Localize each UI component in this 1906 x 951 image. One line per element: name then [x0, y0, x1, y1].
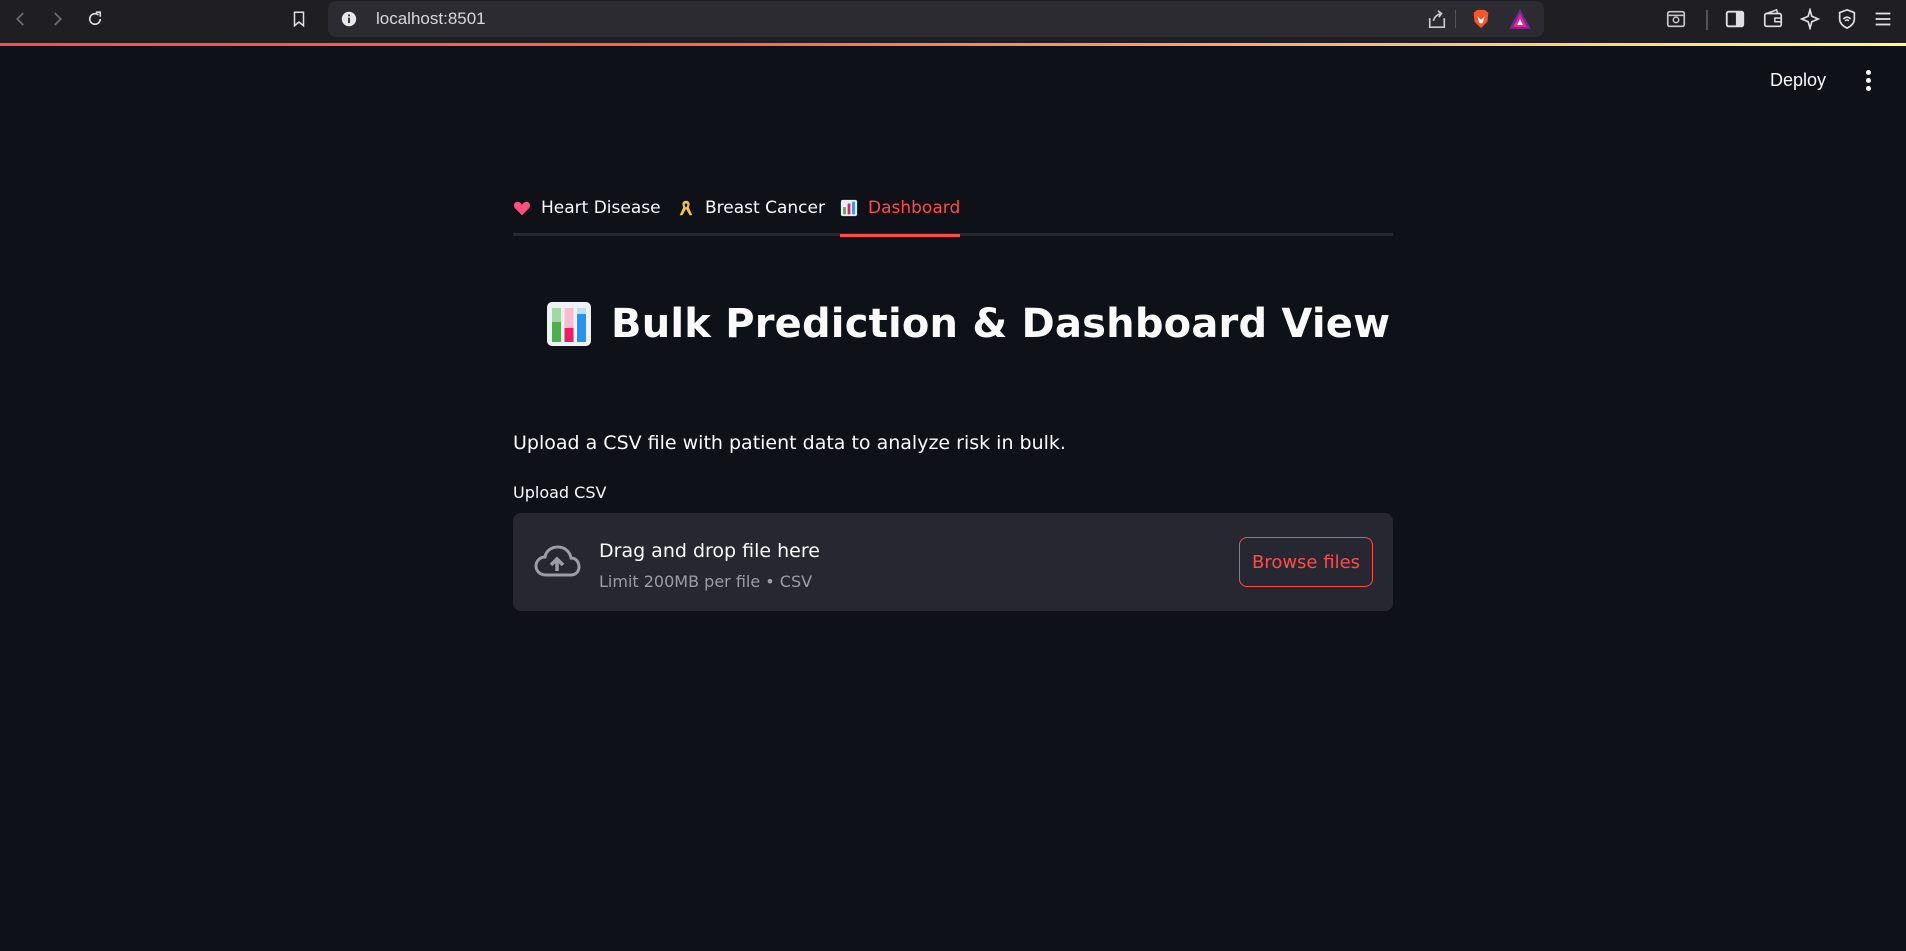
header-decoration-bar [0, 43, 1906, 46]
bar-chart-icon [547, 302, 591, 346]
tab-dashboard[interactable]: Dashboard [840, 198, 961, 237]
upload-label: Upload CSV [513, 483, 607, 502]
ribbon-emoji-icon [679, 200, 693, 216]
tab-label: Breast Cancer [705, 198, 825, 218]
sidebar-icon[interactable] [1724, 8, 1746, 30]
page-header: Bulk Prediction & Dashboard View [545, 300, 1390, 348]
dropzone-title: Drag and drop file here [599, 540, 820, 562]
page-title: Bulk Prediction & Dashboard View [611, 301, 1391, 347]
forward-icon[interactable] [44, 6, 70, 32]
bookmark-icon[interactable] [286, 6, 312, 32]
brave-shields-icon[interactable] [1470, 8, 1492, 30]
back-icon[interactable] [8, 6, 34, 32]
dropzone-limits: Limit 200MB per file • CSV [599, 572, 813, 591]
tab-label: Dashboard [868, 198, 961, 218]
reader-mode-icon[interactable] [1665, 8, 1687, 30]
url-text[interactable]: localhost:8501 [376, 9, 486, 29]
bar-chart-emoji-icon [840, 199, 858, 217]
heart-emoji-icon [514, 201, 530, 216]
leo-ai-icon[interactable] [1799, 8, 1821, 30]
brave-rewards-icon[interactable] [1508, 8, 1532, 30]
menu-icon[interactable] [1872, 8, 1894, 30]
cloud-upload-icon [534, 545, 581, 577]
toolbar-separator [1706, 10, 1708, 30]
tab-breast-cancer[interactable]: Breast Cancer [677, 198, 825, 234]
vpn-icon[interactable] [1836, 8, 1858, 30]
main-menu-icon[interactable] [1864, 70, 1872, 92]
address-bar[interactable]: localhost:8501 [328, 1, 1544, 37]
address-separator [1455, 10, 1456, 28]
file-dropzone[interactable]: Drag and drop file here Limit 200MB per … [513, 513, 1393, 611]
deploy-button[interactable]: Deploy [1770, 70, 1826, 91]
tab-bar: Heart Disease Breast Cancer Dashboard [513, 190, 1393, 237]
share-icon[interactable] [1426, 9, 1448, 29]
tab-heart-disease[interactable]: Heart Disease [513, 198, 661, 234]
site-info-icon[interactable] [340, 10, 358, 28]
browse-files-button[interactable]: Browse files [1239, 537, 1373, 587]
wallet-icon[interactable] [1762, 8, 1784, 30]
browser-toolbar: localhost:8501 [0, 0, 1906, 44]
page-description: Upload a CSV file with patient data to a… [513, 432, 1066, 454]
tab-label: Heart Disease [541, 198, 661, 218]
reload-icon[interactable] [82, 6, 108, 32]
